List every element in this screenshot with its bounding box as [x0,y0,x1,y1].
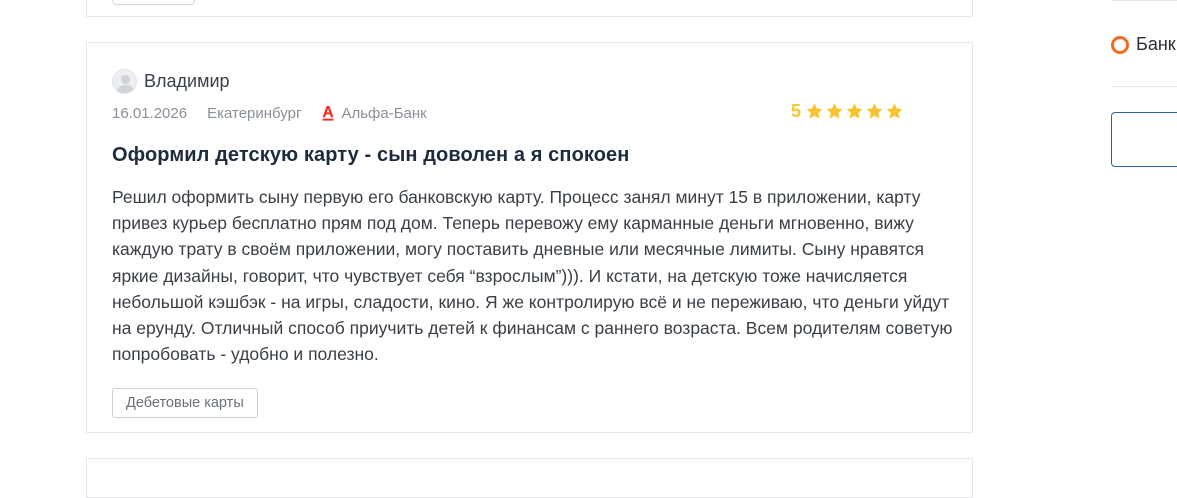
sidebar-radio-bank[interactable]: Банк [1111,34,1176,55]
bank-name: Альфа-Банк [341,105,427,122]
sidebar-input-field[interactable] [1111,112,1177,167]
review-text: Решил оформить сыну первую его банковску… [112,187,953,365]
radio-label: Банк [1136,34,1176,54]
review-date: 16.01.2026 [112,105,188,122]
sidebar-divider [1111,86,1177,87]
review-bank[interactable]: Альфа-Банк [322,105,427,122]
review-title[interactable]: Оформил детскую карту - сын доволен а я … [112,144,629,167]
star-icon [846,103,863,119]
previous-review-card [86,0,973,17]
star-icon [806,103,823,119]
rating-value: 5 [791,101,802,121]
review-city: Екатеринбург [207,105,302,122]
sidebar-divider [1111,0,1177,1]
alfa-bank-logo-icon [323,105,334,121]
star-icon [886,103,903,119]
star-icon [866,103,883,119]
review-meta: 16.01.2026 Екатеринбург Альфа-Банк [112,105,427,122]
user-avatar-icon [112,69,137,94]
star-icon [826,103,843,119]
category-tag-button[interactable]: Дебетовые карты [112,388,258,418]
next-review-card [86,458,973,498]
author-name: Владимир [144,71,230,91]
previous-review-tag[interactable] [112,0,195,5]
review-author: Владимир [112,69,230,94]
radio-button-icon[interactable] [1111,35,1129,54]
review-rating: 5 [791,101,904,122]
review-card: Владимир 16.01.2026 Екатеринбург Альфа-Б… [86,42,973,433]
